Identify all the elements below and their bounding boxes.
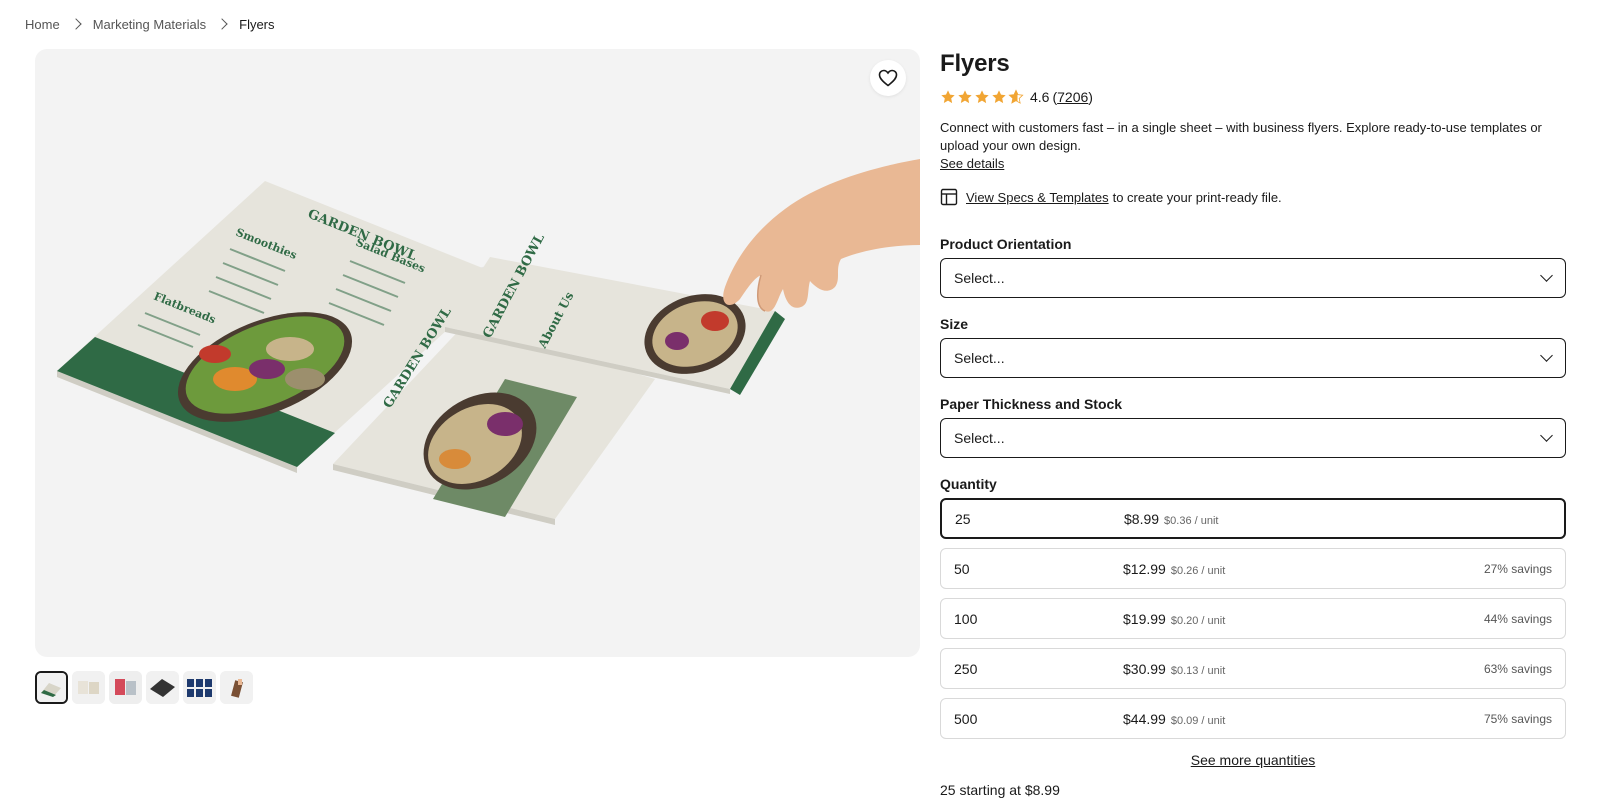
breadcrumb-marketing-materials[interactable]: Marketing Materials	[93, 17, 206, 32]
rating-summary: 4.6 (7206)	[940, 88, 1566, 106]
quantity-price-group: $8.99 $0.36 / unit	[1124, 511, 1218, 527]
star-rating	[940, 89, 1024, 105]
thumbnail-strip	[35, 671, 253, 704]
product-image: Smoothies Salad Bases Flatbreads GARDEN …	[57, 159, 920, 525]
quantity-price: $12.99	[1123, 560, 1166, 577]
quantity-amount: 50	[954, 560, 970, 577]
option-label: Product Orientation	[940, 236, 1072, 252]
quantity-amount: 250	[954, 660, 978, 677]
chevron-right-icon	[70, 18, 82, 30]
quantity-options: 25 $8.99 $0.36 / unit 50 $12.99 $0.26 / un…	[940, 498, 1566, 739]
see-details-link[interactable]: See details	[940, 156, 1004, 171]
select-value: Select...	[954, 430, 1005, 446]
thumbnail-5[interactable]	[183, 671, 216, 704]
quantity-price-group: $30.99 $0.13 / unit	[1123, 661, 1225, 677]
savings-badge: 27% savings	[1483, 561, 1552, 576]
thumbnail-3[interactable]	[109, 671, 142, 704]
thumbnail-2[interactable]	[72, 671, 105, 704]
thumbnail-6[interactable]	[220, 671, 253, 704]
select-value: Select...	[954, 350, 1005, 366]
quantity-price: $44.99	[1123, 710, 1166, 727]
star-icon	[992, 90, 1006, 104]
see-more-quantities-link[interactable]: See more quantities	[940, 752, 1566, 768]
quantity-option-50[interactable]: 50 $12.99 $0.26 / unit 27% savings	[940, 548, 1566, 589]
quantity-amount: 100	[954, 610, 978, 627]
quantity-price: $8.99	[1124, 510, 1160, 527]
unit-price: $0.20 / unit	[1170, 614, 1226, 627]
chevron-down-icon	[1540, 269, 1553, 282]
rating-value: 4.6	[1030, 89, 1050, 105]
thumbnail-4[interactable]	[146, 671, 179, 704]
star-icon	[958, 90, 972, 104]
rating-paren-close: )	[1088, 89, 1093, 105]
chevron-down-icon	[1540, 429, 1553, 442]
thumbnail-1[interactable]	[35, 671, 68, 704]
savings-badge: 75% savings	[1483, 711, 1552, 726]
savings-badge: 63% savings	[1483, 661, 1552, 676]
product-orientation-select[interactable]: Select...	[940, 258, 1566, 298]
breadcrumb: Home Marketing Materials Flyers	[25, 14, 275, 34]
quantity-price-group: $12.99 $0.26 / unit	[1123, 561, 1225, 577]
view-specs-templates-link[interactable]: View Specs & Templates	[966, 190, 1109, 205]
review-count-link[interactable]: 7206	[1057, 89, 1088, 105]
chevron-down-icon	[1540, 349, 1553, 362]
option-size: Size Select...	[940, 314, 1566, 378]
quantity-option-250[interactable]: 250 $30.99 $0.13 / unit 63% savings	[940, 648, 1566, 689]
savings-badge: 44% savings	[1483, 611, 1552, 626]
quantity-price: $19.99	[1123, 610, 1166, 627]
unit-price: $0.13 / unit	[1170, 664, 1226, 677]
option-paper-thickness: Paper Thickness and Stock Select...	[940, 394, 1566, 458]
option-label: Size	[940, 316, 969, 332]
option-product-orientation: Product Orientation Select...	[940, 234, 1566, 298]
size-select[interactable]: Select...	[940, 338, 1566, 378]
specs-helper-text: to create your print-ready file.	[1112, 189, 1282, 205]
quantity-section: Quantity 25 $8.99 $0.36 / unit 50 $12.99 $…	[940, 474, 1566, 798]
paper-thickness-select[interactable]: Select...	[940, 418, 1566, 458]
template-icon	[940, 188, 958, 206]
product-details-panel: Flyers 4.6 (7206) Connect with customers…	[940, 48, 1566, 798]
select-value: Select...	[954, 270, 1005, 286]
specs-row: View Specs & Templates to create your pr…	[940, 187, 1566, 207]
unit-price: $0.26 / unit	[1170, 564, 1226, 577]
product-title: Flyers	[940, 50, 1010, 77]
product-image-gallery[interactable]: Smoothies Salad Bases Flatbreads GARDEN …	[35, 49, 920, 657]
chevron-right-icon	[216, 18, 228, 30]
hand-illustration	[723, 159, 920, 312]
quantity-price-group: $44.99 $0.09 / unit	[1123, 711, 1225, 727]
option-label: Paper Thickness and Stock	[940, 396, 1123, 412]
quantity-amount: 25	[955, 510, 971, 527]
quantity-option-500[interactable]: 500 $44.99 $0.09 / unit 75% savings	[940, 698, 1566, 739]
starting-price-summary: 25 starting at $8.99	[940, 782, 1060, 798]
breadcrumb-home[interactable]: Home	[25, 17, 60, 32]
quantity-price: $30.99	[1123, 660, 1166, 677]
quantity-option-25[interactable]: 25 $8.99 $0.36 / unit	[940, 498, 1566, 539]
unit-price: $0.09 / unit	[1170, 714, 1226, 727]
unit-price: $0.36 / unit	[1164, 514, 1219, 527]
favorite-button[interactable]	[870, 60, 906, 96]
breadcrumb-flyers: Flyers	[239, 16, 275, 32]
quantity-price-group: $19.99 $0.20 / unit	[1123, 611, 1225, 627]
quantity-amount: 500	[954, 710, 978, 727]
heart-icon	[878, 69, 898, 87]
quantity-option-100[interactable]: 100 $19.99 $0.20 / unit 44% savings	[940, 598, 1566, 639]
star-icon	[975, 90, 989, 104]
star-icon	[941, 90, 955, 104]
half-star-icon	[1008, 89, 1024, 104]
product-description: Connect with customers fast – in a singl…	[940, 120, 1542, 153]
quantity-label: Quantity	[940, 476, 997, 492]
